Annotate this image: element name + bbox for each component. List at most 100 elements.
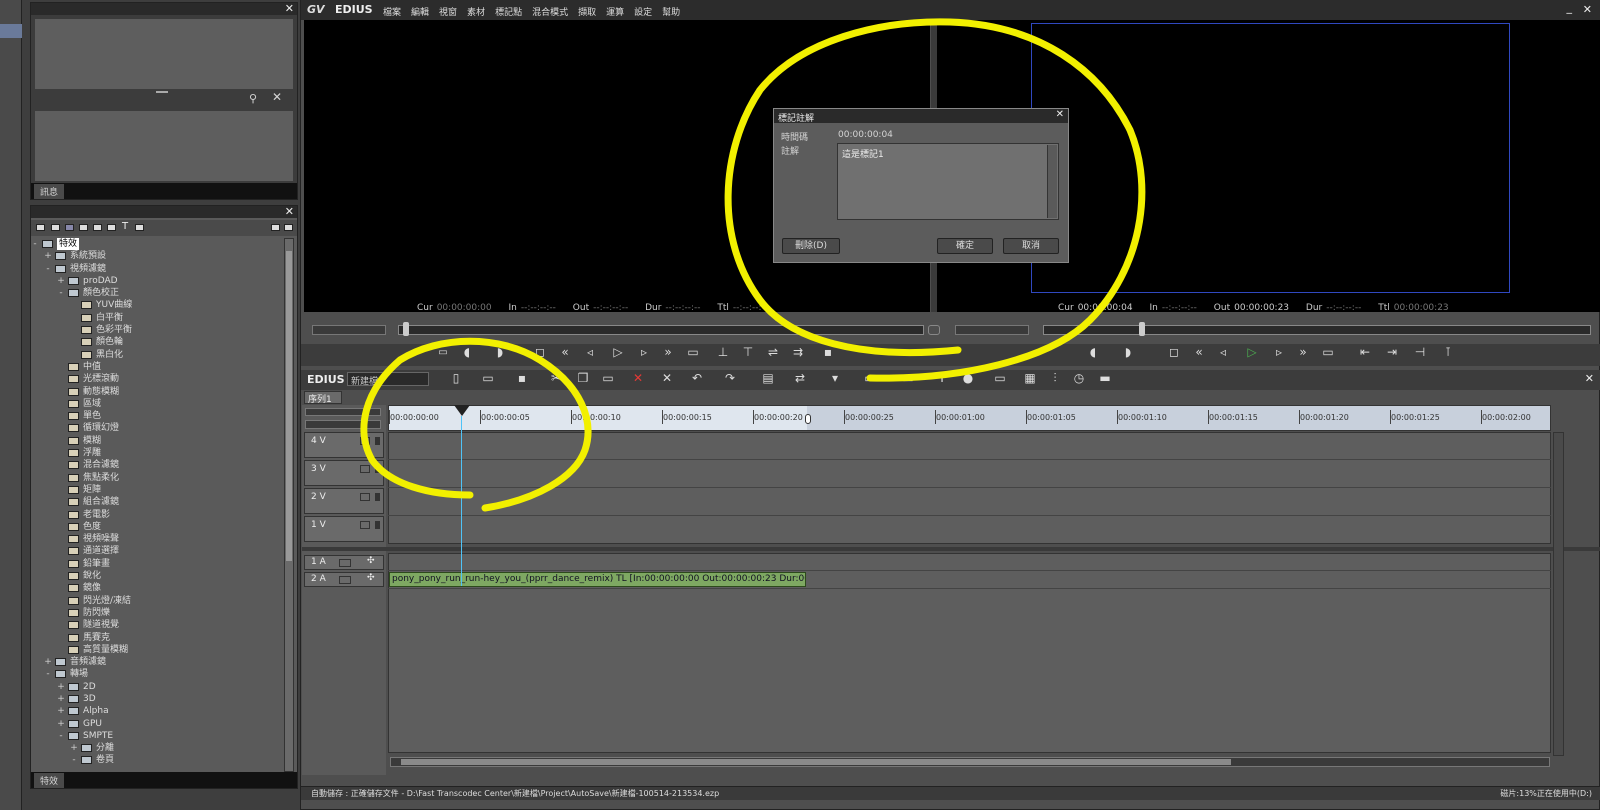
menu-item-2[interactable]: 視窗 xyxy=(439,8,457,18)
sequence-tab[interactable]: 序列1 xyxy=(304,391,342,405)
tree-effect[interactable]: 浮雕 xyxy=(31,447,281,459)
sync-icon[interactable] xyxy=(928,325,940,335)
clock-icon[interactable]: ◷ xyxy=(1070,371,1088,385)
tb-icon-3[interactable] xyxy=(65,224,74,231)
tree-folder[interactable]: - 特效 xyxy=(31,238,281,251)
expand-toggle-icon[interactable]: + xyxy=(57,681,65,693)
mixer-icon[interactable]: ⫶ xyxy=(1046,371,1064,386)
tree-folder[interactable]: + 系統預設 xyxy=(31,250,281,262)
track-header-4v[interactable]: 4 V xyxy=(304,432,384,458)
expand-toggle-icon[interactable]: - xyxy=(57,287,65,299)
player-shuttle[interactable] xyxy=(312,325,386,335)
hscroll-thumb[interactable] xyxy=(401,759,1231,765)
pin-icon[interactable]: ⚲ xyxy=(249,92,257,105)
tb-icon-9[interactable] xyxy=(284,224,293,231)
split-icon[interactable]: ⊣ xyxy=(1411,345,1429,359)
marker-icon[interactable]: ⊺ xyxy=(1439,345,1457,359)
tree-effect[interactable]: 老電影 xyxy=(31,509,281,521)
snap-icon[interactable]: ▪ xyxy=(819,345,837,359)
audio-clip[interactable]: pony_pony_run_run-hey_you_(pprr_dance_re… xyxy=(389,572,806,587)
trim-icon[interactable]: ⇉ xyxy=(789,345,807,359)
tree-folder[interactable]: - 卷頁 xyxy=(31,754,281,766)
close-button[interactable]: ✕ xyxy=(1583,3,1592,16)
tb-icon-2[interactable] xyxy=(51,224,60,231)
overwrite-icon[interactable]: ⊤ xyxy=(739,345,757,359)
player-fastforward-icon[interactable]: » xyxy=(659,345,677,359)
cancel-button[interactable]: 取消 xyxy=(1003,238,1059,254)
player-output-icon[interactable]: ▭ xyxy=(684,345,702,359)
recorder-rewind-icon[interactable]: « xyxy=(1190,345,1208,359)
timeline-tool-2-icon[interactable]: ⇄ xyxy=(791,371,809,385)
tree-effect[interactable]: 區域 xyxy=(31,398,281,410)
timeline-tool-4-icon[interactable]: ▭ xyxy=(861,371,879,385)
menu-item-5[interactable]: 混合模式 xyxy=(532,8,568,18)
expand-toggle-icon[interactable]: + xyxy=(57,275,65,287)
ok-button[interactable]: 確定 xyxy=(937,238,993,254)
player-scrub-bar[interactable] xyxy=(398,322,924,336)
project-name-field[interactable]: 新建檔 xyxy=(347,372,429,387)
player-mark-out-icon[interactable]: ◗ xyxy=(491,345,509,359)
track-separator[interactable] xyxy=(302,547,1600,551)
tree-effect[interactable]: 黑白化 xyxy=(31,349,281,361)
tb-icon-5[interactable] xyxy=(93,224,102,231)
menu-item-6[interactable]: 擷取 xyxy=(578,8,596,18)
timeline-hscroll[interactable] xyxy=(390,757,1550,767)
ripple-delete-icon[interactable]: ✕ xyxy=(658,371,676,385)
player-scrub-handle[interactable] xyxy=(403,322,409,336)
tree-folder[interactable]: +3D xyxy=(31,693,281,705)
dialog-close-icon[interactable]: ✕ xyxy=(1056,109,1064,120)
tree-effect[interactable]: 高質量模糊 xyxy=(31,644,281,656)
title-icon[interactable]: T xyxy=(933,371,951,385)
tree-effect[interactable]: 白平衡 xyxy=(31,312,281,324)
player-set-in-icon[interactable]: ▭ xyxy=(434,347,452,358)
menu-item-4[interactable]: 標記點 xyxy=(495,8,522,18)
replace-icon[interactable]: ⇌ xyxy=(764,345,782,359)
recorder-mark-out-icon[interactable]: ◗ xyxy=(1119,345,1137,359)
tree-folder[interactable]: + GPU xyxy=(31,718,281,730)
tree-effect[interactable]: 馬賽克 xyxy=(31,632,281,644)
tree-effect[interactable]: 銳化 xyxy=(31,570,281,582)
expand-toggle-icon[interactable]: - xyxy=(31,238,39,250)
tree-folder[interactable]: + 分離 xyxy=(31,742,281,754)
track-header-3v[interactable]: 3 V xyxy=(304,460,384,486)
tree-effect[interactable]: YUV曲線 xyxy=(31,299,281,311)
tree-folder[interactable]: + 音頻濾鏡 xyxy=(31,656,281,668)
track-header-2a[interactable]: 2 A ✣ xyxy=(304,572,384,587)
undo-icon[interactable]: ↶ xyxy=(688,371,706,385)
prev-edit-icon[interactable]: ⇤ xyxy=(1356,345,1374,359)
redo-icon[interactable]: ↷ xyxy=(721,371,739,385)
tree-effect[interactable]: 焦點柔化 xyxy=(31,472,281,484)
timeline-cursor-head[interactable] xyxy=(454,405,470,416)
tree-effect[interactable]: 閃光燈/凍結 xyxy=(31,595,281,607)
recorder-play-icon[interactable]: ▷ xyxy=(1243,345,1261,359)
expand-toggle-icon[interactable]: - xyxy=(70,754,78,766)
splitter-handle[interactable] xyxy=(156,91,168,93)
timeline-zoom-control[interactable] xyxy=(305,420,381,429)
recorder-step-back-icon[interactable]: ◃ xyxy=(1214,345,1232,359)
menu-item-3[interactable]: 素材 xyxy=(467,8,485,18)
recorder-shuttle[interactable] xyxy=(955,325,1029,335)
player-rewind-icon[interactable]: « xyxy=(556,345,574,359)
tree-effect[interactable]: 循環幻燈 xyxy=(31,422,281,434)
tree-effect[interactable]: 矩陣 xyxy=(31,484,281,496)
timeline-tool-5-icon[interactable]: ▭ xyxy=(899,371,917,385)
tb-icon-4[interactable] xyxy=(79,224,88,231)
tree-effect[interactable]: 動態模糊 xyxy=(31,386,281,398)
info-tab[interactable]: 訊息 xyxy=(34,184,65,199)
menu-item-8[interactable]: 設定 xyxy=(634,8,652,18)
text-icon[interactable]: T xyxy=(122,221,128,232)
tree-effect[interactable]: 光標滾動 xyxy=(31,373,281,385)
delete-button[interactable]: 刪除(D) xyxy=(782,238,840,254)
microphone-icon[interactable]: ● xyxy=(959,371,977,385)
tree-effect[interactable]: 鏡像 xyxy=(31,582,281,594)
tree-effect[interactable]: 視頻噪聲 xyxy=(31,533,281,545)
tree-scrollbar[interactable] xyxy=(284,238,294,772)
info-close-2-icon[interactable]: ✕ xyxy=(272,90,282,104)
expand-toggle-icon[interactable]: - xyxy=(57,730,65,742)
tree-folder[interactable]: - SMPTE xyxy=(31,730,281,742)
timeline-vscroll[interactable] xyxy=(1553,432,1564,756)
tree-effect[interactable]: SMPTE 1400 xyxy=(31,767,281,769)
tree-effect[interactable]: 鉛筆畫 xyxy=(31,558,281,570)
expand-toggle-icon[interactable]: - xyxy=(44,668,52,680)
open-icon[interactable]: ▭ xyxy=(479,371,497,385)
